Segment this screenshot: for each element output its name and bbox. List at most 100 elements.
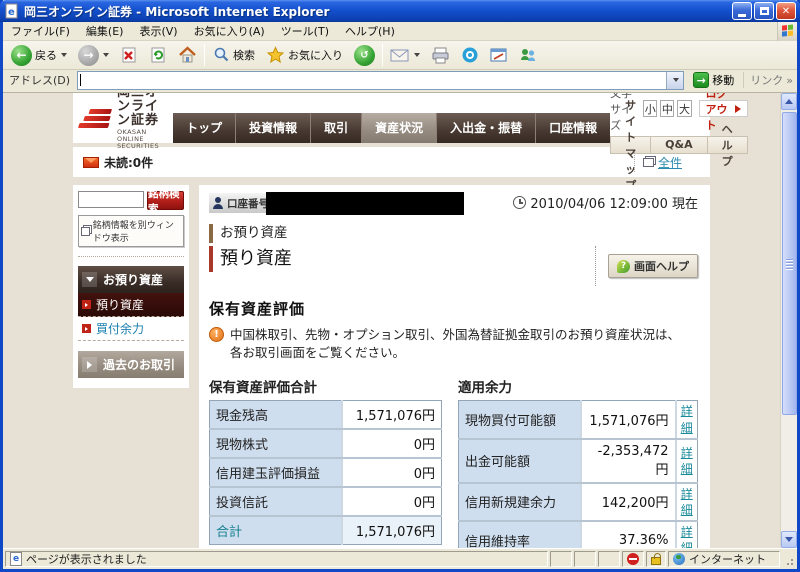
clock-icon: [513, 196, 526, 209]
scrollbar-track[interactable]: [781, 110, 797, 531]
refresh-icon: [149, 46, 167, 64]
links-toolbar[interactable]: リンク»: [743, 72, 793, 88]
security-zone: インターネット: [689, 551, 766, 567]
close-button[interactable]: ✕: [776, 2, 796, 20]
screen-help-icon: ?: [617, 260, 630, 273]
menu-tools[interactable]: ツール(T): [273, 21, 337, 41]
home-icon: [178, 46, 197, 64]
okasan-logo[interactable]: 岡三オンライン証券 OKASAN ONLINE SECURITIES: [81, 93, 159, 150]
browser-toolbar: ← 戻る → 検索 お気に入り ↺: [3, 41, 797, 70]
history-icon: ↺: [354, 45, 375, 66]
new-window-icon: [81, 227, 90, 236]
sitemap-button[interactable]: サイトマップ: [611, 137, 650, 153]
popup-blocked-icon: [627, 553, 639, 565]
svg-text:e: e: [8, 7, 15, 18]
print-button[interactable]: [427, 44, 454, 67]
ie-app-icon: e: [4, 3, 20, 19]
warning-icon: !: [209, 327, 224, 342]
site-header: 岡三オンライン証券 OKASAN ONLINE SECURITIES トップ 投…: [73, 93, 710, 143]
brand-name: 岡三オンライン証券: [117, 93, 159, 129]
maximize-button[interactable]: [754, 2, 774, 20]
menu-view[interactable]: 表示(V): [131, 21, 185, 41]
sidebar-item-deposit-assets[interactable]: 預り資産: [78, 293, 184, 317]
all-messages-link[interactable]: 全件: [658, 154, 682, 171]
address-input[interactable]: [81, 73, 666, 88]
status-text: ページが表示されました: [26, 551, 147, 567]
sidebar-item-buying-power[interactable]: 買付余力: [78, 317, 184, 341]
nav-tab-account-info[interactable]: 口座情報: [535, 113, 610, 143]
go-button[interactable]: → 移動: [689, 71, 738, 89]
back-button[interactable]: ← 戻る: [7, 42, 71, 69]
im-contacts-button[interactable]: [515, 43, 541, 67]
mail-button[interactable]: [386, 44, 424, 66]
mail-dropdown-icon[interactable]: [414, 53, 420, 57]
menu-favorites[interactable]: お気に入り(A): [186, 21, 273, 41]
window-title: 岡三オンライン証券 - Microsoft Internet Explorer: [24, 3, 732, 20]
page-title: 預り資産: [209, 246, 292, 272]
forward-button[interactable]: →: [74, 42, 113, 69]
search-button[interactable]: 検索: [208, 43, 259, 67]
home-button[interactable]: [174, 43, 201, 67]
stock-info-popup-button[interactable]: 銘柄情報を別ウィンドウ表示: [78, 215, 184, 247]
scroll-down-button[interactable]: [781, 531, 797, 548]
address-dropdown-button[interactable]: [666, 72, 683, 89]
popup-window-icon: [643, 158, 654, 167]
vertical-scrollbar[interactable]: [780, 93, 797, 548]
nav-tab-invest-info[interactable]: 投資情報: [235, 113, 310, 143]
screen-help-button[interactable]: ? 画面ヘルプ: [608, 254, 698, 278]
okasan-logo-icon: [78, 109, 114, 128]
stock-search-button[interactable]: 銘柄検索: [147, 191, 184, 210]
font-size-small-button[interactable]: 小: [643, 100, 657, 117]
forward-dropdown-icon[interactable]: [103, 53, 109, 57]
resize-grip[interactable]: [782, 551, 795, 567]
nav-tab-asset-status[interactable]: 資産状況: [361, 113, 436, 143]
mail-icon: [390, 47, 410, 63]
minimize-button[interactable]: [732, 2, 752, 20]
menu-help[interactable]: ヘルプ(H): [337, 21, 403, 41]
sidebar-section-assets[interactable]: お預り資産: [78, 266, 184, 293]
detail-link[interactable]: 詳細: [680, 403, 693, 435]
messenger-button[interactable]: [457, 43, 483, 67]
title-bar[interactable]: e 岡三オンライン証券 - Microsoft Internet Explore…: [0, 0, 800, 22]
favorites-button[interactable]: お気に入り: [262, 43, 347, 67]
scrollbar-thumb[interactable]: [782, 112, 797, 415]
go-icon: →: [693, 72, 709, 88]
detail-link[interactable]: 詳細: [680, 445, 693, 477]
table-row: 現物買付可能額 1,571,076円 詳細: [459, 401, 698, 439]
main-nav: トップ 投資情報 取引 資産状況 入出金・振替 口座情報: [173, 113, 610, 143]
back-icon: ←: [11, 45, 32, 66]
stop-button[interactable]: [116, 43, 142, 67]
scroll-up-button[interactable]: [781, 93, 797, 110]
stop-icon: [120, 46, 138, 64]
sidebar-section-history[interactable]: 過去のお取引: [78, 351, 184, 378]
table-row-total: 合計 1,571,076円: [210, 516, 442, 545]
redacted-account-number: [266, 192, 464, 215]
person-icon: [213, 197, 223, 209]
detail-link[interactable]: 詳細: [680, 486, 693, 518]
history-button[interactable]: ↺: [350, 42, 379, 69]
stock-code-input[interactable]: [78, 191, 144, 208]
refresh-button[interactable]: [145, 43, 171, 67]
holdings-summary-table: 現金残高 1,571,076円 現物株式 0円 信用建玉評価損益: [209, 400, 442, 545]
font-size-medium-button[interactable]: 中: [660, 100, 674, 117]
edit-button[interactable]: [486, 44, 512, 66]
account-number-label: 口座番号: [227, 196, 269, 211]
forward-icon: →: [78, 45, 99, 66]
nav-tab-deposit-transfer[interactable]: 入出金・振替: [436, 113, 535, 143]
table-row: 信用建玉評価損益 0円: [210, 458, 442, 487]
nav-tab-trade[interactable]: 取引: [310, 113, 361, 143]
menu-edit[interactable]: 編集(E): [78, 21, 132, 41]
notice: ! 中国株取引、先物・オプション取引、外国為替証拠金取引のお預り資産状況は、各お…: [209, 326, 698, 362]
nav-tab-top[interactable]: トップ: [173, 113, 235, 143]
back-dropdown-icon[interactable]: [61, 53, 67, 57]
margin-capacity: 適用余力 現物買付可能額 1,571,076円 詳細 出金可能額: [458, 376, 698, 548]
menu-bar: ファイル(F) 編集(E) 表示(V) お気に入り(A) ツール(T) ヘルプ(…: [3, 22, 797, 41]
logout-button[interactable]: ログアウト: [699, 100, 748, 117]
address-bar: アドレス(D) → 移動 リンク»: [3, 70, 797, 93]
qa-button[interactable]: Q&A: [650, 137, 706, 153]
menu-file[interactable]: ファイル(F): [3, 21, 78, 41]
font-size-large-button[interactable]: 大: [677, 100, 691, 117]
help-button[interactable]: ヘルプ: [707, 137, 747, 153]
detail-link[interactable]: 詳細: [680, 524, 693, 548]
table-row: 出金可能額 -2,353,472円 詳細: [459, 439, 698, 483]
